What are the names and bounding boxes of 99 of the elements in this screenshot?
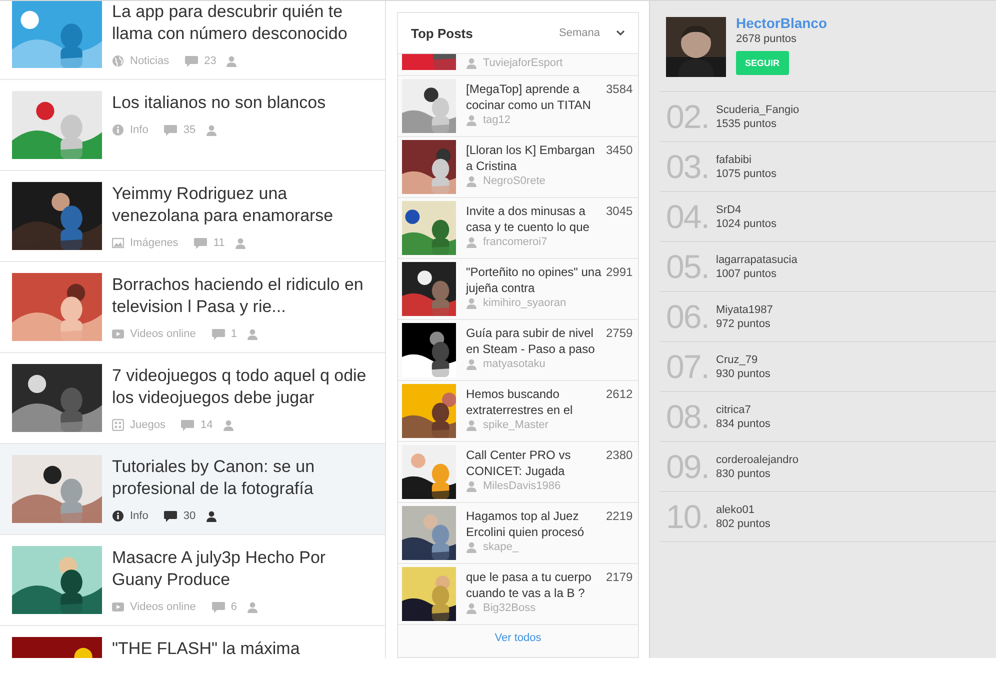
comment-count: 11 <box>213 237 225 249</box>
comment-icon <box>185 56 198 66</box>
top-post-item[interactable]: Call Center PRO vs CONICET: Jugada MilesDavis1986 2380 <box>398 442 638 503</box>
user-name-link[interactable]: Miyata1987 <box>716 302 773 316</box>
user-name-link[interactable]: citrica7 <box>716 402 770 416</box>
comment-icon <box>181 420 194 430</box>
post-title[interactable]: Hagamos top al Juez Ercolini quien procesó <box>466 508 602 540</box>
user-icon <box>246 328 258 340</box>
user-name-link[interactable]: Cruz_79 <box>716 352 770 366</box>
post-title[interactable]: Masacre A july3p Hecho Por Guany Produce <box>112 547 374 591</box>
video-icon <box>112 601 124 613</box>
points-label: 1007 puntos <box>716 266 778 280</box>
post-title[interactable]: Borrachos haciendo el ridiculo en television l Pasa y rie... <box>112 274 374 318</box>
user-icon <box>222 420 234 430</box>
comment-icon <box>164 510 178 522</box>
user-icon <box>466 298 477 308</box>
post-score: 3450 <box>606 143 633 159</box>
comment-count: 14 <box>200 419 213 431</box>
post-score: 2759 <box>606 326 633 342</box>
points-label: 802 puntos <box>716 516 770 530</box>
post-score: 2179 <box>606 570 633 586</box>
points-label: 2678 puntos <box>736 33 797 45</box>
user-icon <box>466 236 477 248</box>
post-title[interactable]: "Porteñito no opines" una jujeña contra <box>466 264 602 296</box>
user-icon <box>206 124 217 136</box>
points-label: 834 puntos <box>716 416 770 430</box>
post-score: 2219 <box>606 509 633 525</box>
post-title[interactable]: La app para descubrir quién te llama con número desconocido <box>112 1 374 45</box>
post-title[interactable]: Invite a dos minusas a casa y te cuento lo que <box>466 203 602 235</box>
top-post-item[interactable]: "Porteñito no opines" una jujeña contra kimihiro_syaoran 2991 <box>398 259 638 320</box>
points-label: 930 puntos <box>716 366 770 380</box>
post-score: 3045 <box>606 204 633 220</box>
user-icon <box>466 420 477 430</box>
post-title[interactable]: Hemos buscando extraterrestres en el <box>466 386 602 418</box>
post-score: 2991 <box>606 265 633 281</box>
globe-icon <box>112 55 124 67</box>
post-title[interactable]: [MegaTop] aprende a cocinar como un TITAN <box>466 81 602 113</box>
user-icon <box>466 602 477 614</box>
feed-item[interactable]: La app para descubrir quién te llama con número desconocido Noticias 23 <box>0 1 385 80</box>
user-name-link[interactable]: Scuderia_Fangio <box>716 102 800 116</box>
top-post-item[interactable]: Invite a dos minusas a casa y te cuento lo que francomeroi7 3045 <box>398 198 638 259</box>
post-title[interactable]: "THE FLASH" la máxima <box>112 638 374 658</box>
post-title[interactable]: Guía para subir de nivel en Steam - Paso a paso <box>466 325 602 357</box>
user-icon <box>466 176 477 186</box>
comment-icon <box>194 238 208 248</box>
comment-count: 35 <box>183 124 196 136</box>
user-icon <box>466 542 477 552</box>
period-dropdown[interactable]: Semana <box>559 27 625 39</box>
comment-icon <box>164 124 178 136</box>
top-post-item[interactable]: Hagamos top al Juez Ercolini quien procesó skape_ 2219 <box>398 503 638 564</box>
user-name-link[interactable]: aleko01 <box>716 502 770 516</box>
image-icon <box>112 237 124 249</box>
top-post-item[interactable]: Guía para subir de nivel en Steam - Paso a paso matyasotaku 2759 <box>398 320 638 381</box>
comment-count: 6 <box>230 601 237 613</box>
user-icon <box>466 358 477 370</box>
post-title[interactable]: que le pasa a tu cuerpo cuando te vas a la B ? <box>466 569 602 601</box>
points-label: 972 puntos <box>716 316 772 330</box>
top-post-item[interactable]: [MegaTop] aprende a cocinar como un TITAN tag12 3584 <box>398 76 638 137</box>
comment-count: 23 <box>204 55 216 67</box>
feed-item[interactable]: Tutoriales by Canon: se un profesional de la fotografía Info 30 <box>0 444 385 535</box>
top-post-item[interactable]: Hemos buscando extraterrestres en el spike_Master 2612 <box>398 381 638 442</box>
chevron-icon <box>616 30 625 36</box>
info-icon <box>112 124 124 136</box>
user-icon <box>466 114 477 126</box>
user-icon <box>466 480 477 492</box>
card-title: Top Posts <box>411 26 473 40</box>
user-icon <box>206 510 217 522</box>
user-icon <box>226 56 238 66</box>
comment-icon <box>212 328 225 340</box>
post-title[interactable]: Yeimmy Rodriguez una venezolana para enamorarse <box>112 183 374 227</box>
post-title[interactable]: Tutoriales by Canon: se un profesional de la fotografía <box>112 456 374 500</box>
comment-icon <box>212 602 225 612</box>
dice-icon <box>112 419 124 431</box>
user-icon <box>246 602 258 612</box>
post-score: 2380 <box>606 448 633 464</box>
comment-count: 1 <box>230 328 237 340</box>
post-score: 2612 <box>606 387 633 403</box>
post-title[interactable]: [Lloran los K] Embargan a Cristina <box>466 142 602 174</box>
post-score: 3584 <box>606 82 633 98</box>
points-label: 830 puntos <box>716 466 772 480</box>
top-post-item[interactable]: que le pasa a tu cuerpo cuando te vas a la B ? Big32Boss 2179 <box>398 564 638 625</box>
user-icon <box>234 238 246 248</box>
top-post-item[interactable]: [Lloran los K] Embargan a Cristina NegroS0rete 3450 <box>398 137 638 198</box>
points-label: 1075 puntos <box>716 166 777 180</box>
post-title[interactable]: 7 videojuegos q todo aquel q odie los videojuegos debe jugar <box>112 365 374 409</box>
user-name-link[interactable]: SrD4 <box>716 202 777 216</box>
user-name-link[interactable]: corderoalejandro <box>716 452 799 466</box>
user-name-link[interactable]: fafabibi <box>716 152 777 166</box>
user-icon <box>466 58 477 68</box>
video-icon <box>112 328 124 340</box>
post-title[interactable]: Los italianos no son blancos <box>112 92 374 114</box>
points-label: 1024 puntos <box>716 216 777 230</box>
comment-count: 30 <box>183 510 196 522</box>
avatar-silhouette <box>666 17 726 77</box>
info-icon <box>112 510 124 522</box>
category-label[interactable]: Info <box>130 510 148 522</box>
user-name-link[interactable]: lagarrapatasucia <box>716 252 798 266</box>
post-title[interactable]: Call Center PRO vs CONICET: Jugada <box>466 447 602 479</box>
points-label: 1535 puntos <box>716 116 778 130</box>
